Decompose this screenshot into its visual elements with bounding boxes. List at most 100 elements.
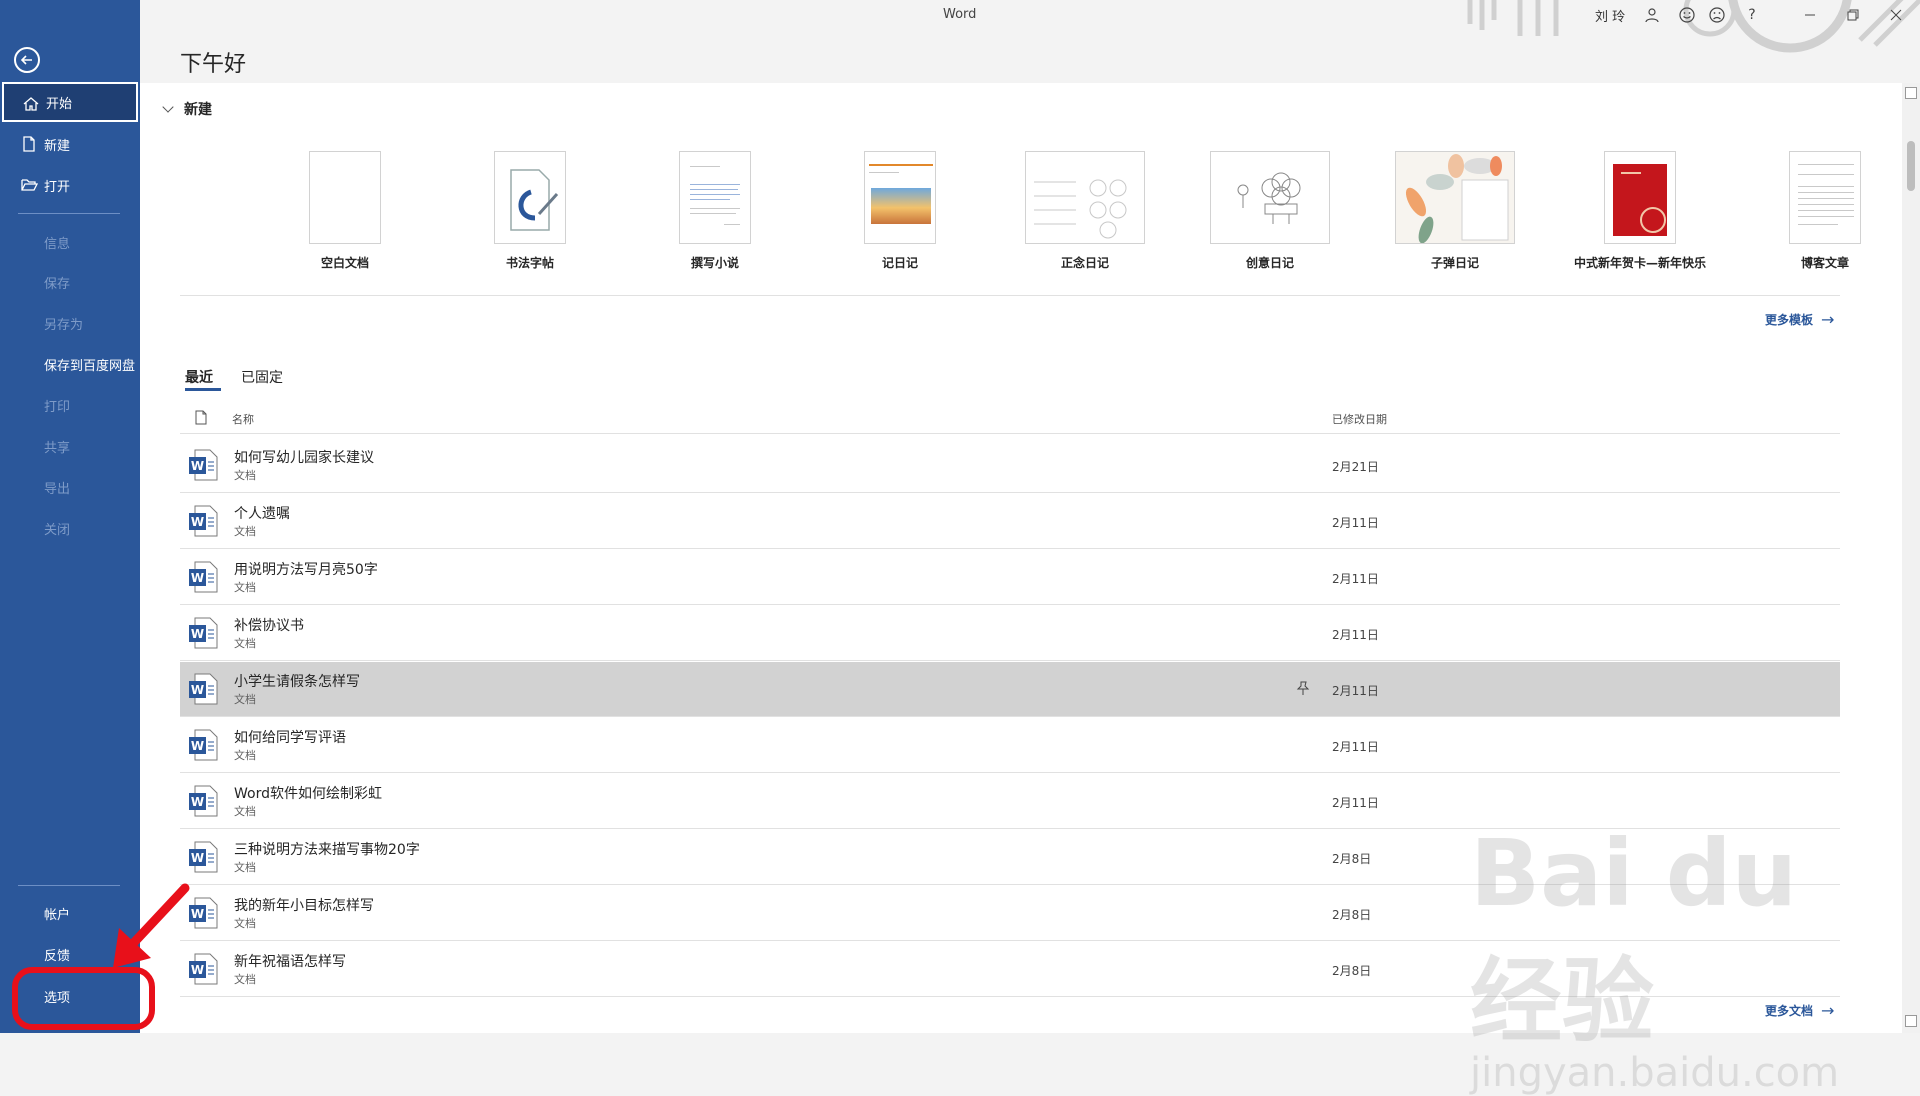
annotation-arrow	[113, 883, 190, 968]
sidebar-item-label: 打印	[44, 399, 71, 415]
word-document-icon: W	[189, 841, 218, 873]
document-type: 文档	[234, 525, 256, 538]
account-button[interactable]	[1640, 4, 1664, 26]
word-document-icon: W	[189, 785, 218, 817]
sidebar-item-info: 信息	[2, 222, 138, 262]
template-keep-diary[interactable]: 记日记	[825, 151, 975, 271]
restore-button[interactable]	[1833, 4, 1873, 26]
back-button[interactable]	[14, 47, 40, 73]
word-document-icon: W	[189, 617, 218, 649]
close-button[interactable]	[1876, 4, 1916, 26]
baidu-jingyan-watermark: Bai du 经验 jingyan.baidu.com	[1470, 820, 1840, 1096]
template-thumbnail	[1025, 151, 1145, 244]
smile-feedback-button[interactable]	[1675, 4, 1699, 26]
template-mindfulness-diary[interactable]: 正念日记	[1010, 151, 1160, 271]
word-document-icon: W	[189, 729, 218, 761]
svg-text:W: W	[191, 571, 204, 585]
document-name: 补偿协议书	[234, 618, 304, 634]
sidebar-item-new[interactable]: 新建	[2, 124, 138, 164]
table-row[interactable]: W 如何写幼儿园家长建议 文档 2月21日	[180, 438, 1840, 493]
template-label: 书法字帖	[505, 256, 554, 270]
sidebar-item-label: 保存	[44, 276, 71, 292]
document-modified-date: 2月11日	[1332, 516, 1379, 530]
svg-text:W: W	[191, 459, 204, 473]
document-type: 文档	[234, 749, 256, 762]
template-thumbnail	[679, 151, 751, 244]
template-thumbnail	[309, 151, 381, 244]
table-row[interactable]: W 如何给同学写评语 文档 2月11日	[180, 718, 1840, 773]
document-modified-date: 2月11日	[1332, 740, 1379, 754]
template-blog-post[interactable]: 博客文章	[1750, 151, 1900, 271]
table-row[interactable]: W 用说明方法写月亮50字 文档 2月11日	[180, 550, 1840, 605]
more-templates-link[interactable]: 更多模板 →	[1765, 310, 1834, 329]
smile-icon	[1679, 7, 1695, 23]
template-label: 正念日记	[1060, 256, 1109, 270]
sidebar-item-home[interactable]: 开始	[2, 82, 138, 122]
word-document-icon: W	[189, 561, 218, 593]
new-section-toggle[interactable]: 新建	[160, 99, 212, 119]
document-name: 个人遗嘱	[234, 506, 290, 522]
sidebar-item-label: 反馈	[44, 948, 71, 964]
minimize-button[interactable]	[1790, 4, 1830, 26]
table-row[interactable]: W 补偿协议书 文档 2月11日	[180, 606, 1840, 661]
word-document-icon: W	[189, 505, 218, 537]
person-icon	[1645, 8, 1659, 23]
sidebar-item-label: 共享	[44, 440, 71, 456]
template-thumbnail	[864, 151, 936, 244]
scroll-up-button[interactable]	[1905, 87, 1917, 99]
document-type: 文档	[234, 581, 256, 594]
sidebar-item-label: 另存为	[44, 317, 84, 333]
sidebar-item-save-to-baidu[interactable]: 保存到百度网盘	[2, 344, 138, 384]
sidebar-item-share: 共享	[2, 426, 138, 466]
section-title: 新建	[184, 102, 212, 118]
template-write-novel[interactable]: 撰写小说	[640, 151, 790, 271]
folder-open-icon	[21, 179, 38, 191]
table-row[interactable]: W 个人遗嘱文档 2月11日	[180, 494, 1840, 549]
template-blank-document[interactable]: 空白文档	[270, 151, 420, 271]
sidebar-item-export: 导出	[2, 467, 138, 507]
sidebar-item-label: 信息	[44, 236, 71, 252]
sidebar-item-open[interactable]: 打开	[2, 165, 138, 205]
document-modified-date: 2月8日	[1332, 852, 1372, 866]
sidebar-item-label: 新建	[44, 138, 71, 154]
template-label: 空白文档	[320, 256, 369, 270]
document-name: 小学生请假条怎样写	[234, 674, 360, 690]
minimize-icon	[1805, 14, 1815, 16]
new-document-icon	[23, 136, 35, 152]
list-header: 名称 已修改日期	[180, 400, 1840, 434]
app-title: Word	[943, 7, 977, 22]
document-name: 新年祝福语怎样写	[234, 954, 346, 970]
template-thumbnail	[1395, 151, 1515, 244]
document-name: 三种说明方法来描写事物20字	[234, 842, 420, 858]
svg-text:W: W	[191, 851, 204, 865]
template-creative-diary[interactable]: 创意日记	[1195, 151, 1345, 271]
column-header-name[interactable]: 名称	[232, 411, 254, 427]
home-icon	[23, 97, 39, 111]
table-row[interactable]: W 小学生请假条怎样写 文档 2月11日	[180, 662, 1840, 717]
sidebar-item-print: 打印	[2, 385, 138, 425]
document-modified-date: 2月11日	[1332, 572, 1379, 586]
template-chinese-new-year-card[interactable]: 中式新年贺卡—新年快乐	[1565, 151, 1715, 271]
pin-icon[interactable]	[1295, 680, 1311, 696]
column-header-date[interactable]: 已修改日期	[1332, 411, 1387, 427]
user-name[interactable]: 刘 玲	[1595, 6, 1625, 25]
tab-recent[interactable]: 最近	[185, 367, 213, 387]
document-type: 文档	[234, 917, 256, 930]
chevron-down-icon	[162, 101, 174, 113]
document-type: 文档	[234, 469, 256, 482]
template-calligraphy[interactable]: 书法字帖	[455, 151, 605, 271]
document-modified-date: 2月21日	[1332, 460, 1379, 474]
question-icon: ?	[1748, 7, 1756, 23]
sidebar-item-save: 保存	[2, 262, 138, 302]
template-label: 中式新年贺卡—新年快乐	[1573, 256, 1706, 270]
help-button[interactable]: ?	[1740, 4, 1764, 26]
tab-pinned[interactable]: 已固定	[241, 367, 283, 387]
scroll-thumb[interactable]	[1907, 141, 1915, 191]
annotation-circle	[12, 967, 155, 1030]
template-bullet-journal[interactable]: 子弹日记	[1380, 151, 1530, 271]
frown-feedback-button[interactable]	[1705, 4, 1729, 26]
svg-text:W: W	[191, 627, 204, 641]
document-modified-date: 2月8日	[1332, 964, 1372, 978]
template-label: 创意日记	[1245, 256, 1294, 270]
template-label: 子弹日记	[1430, 256, 1479, 270]
